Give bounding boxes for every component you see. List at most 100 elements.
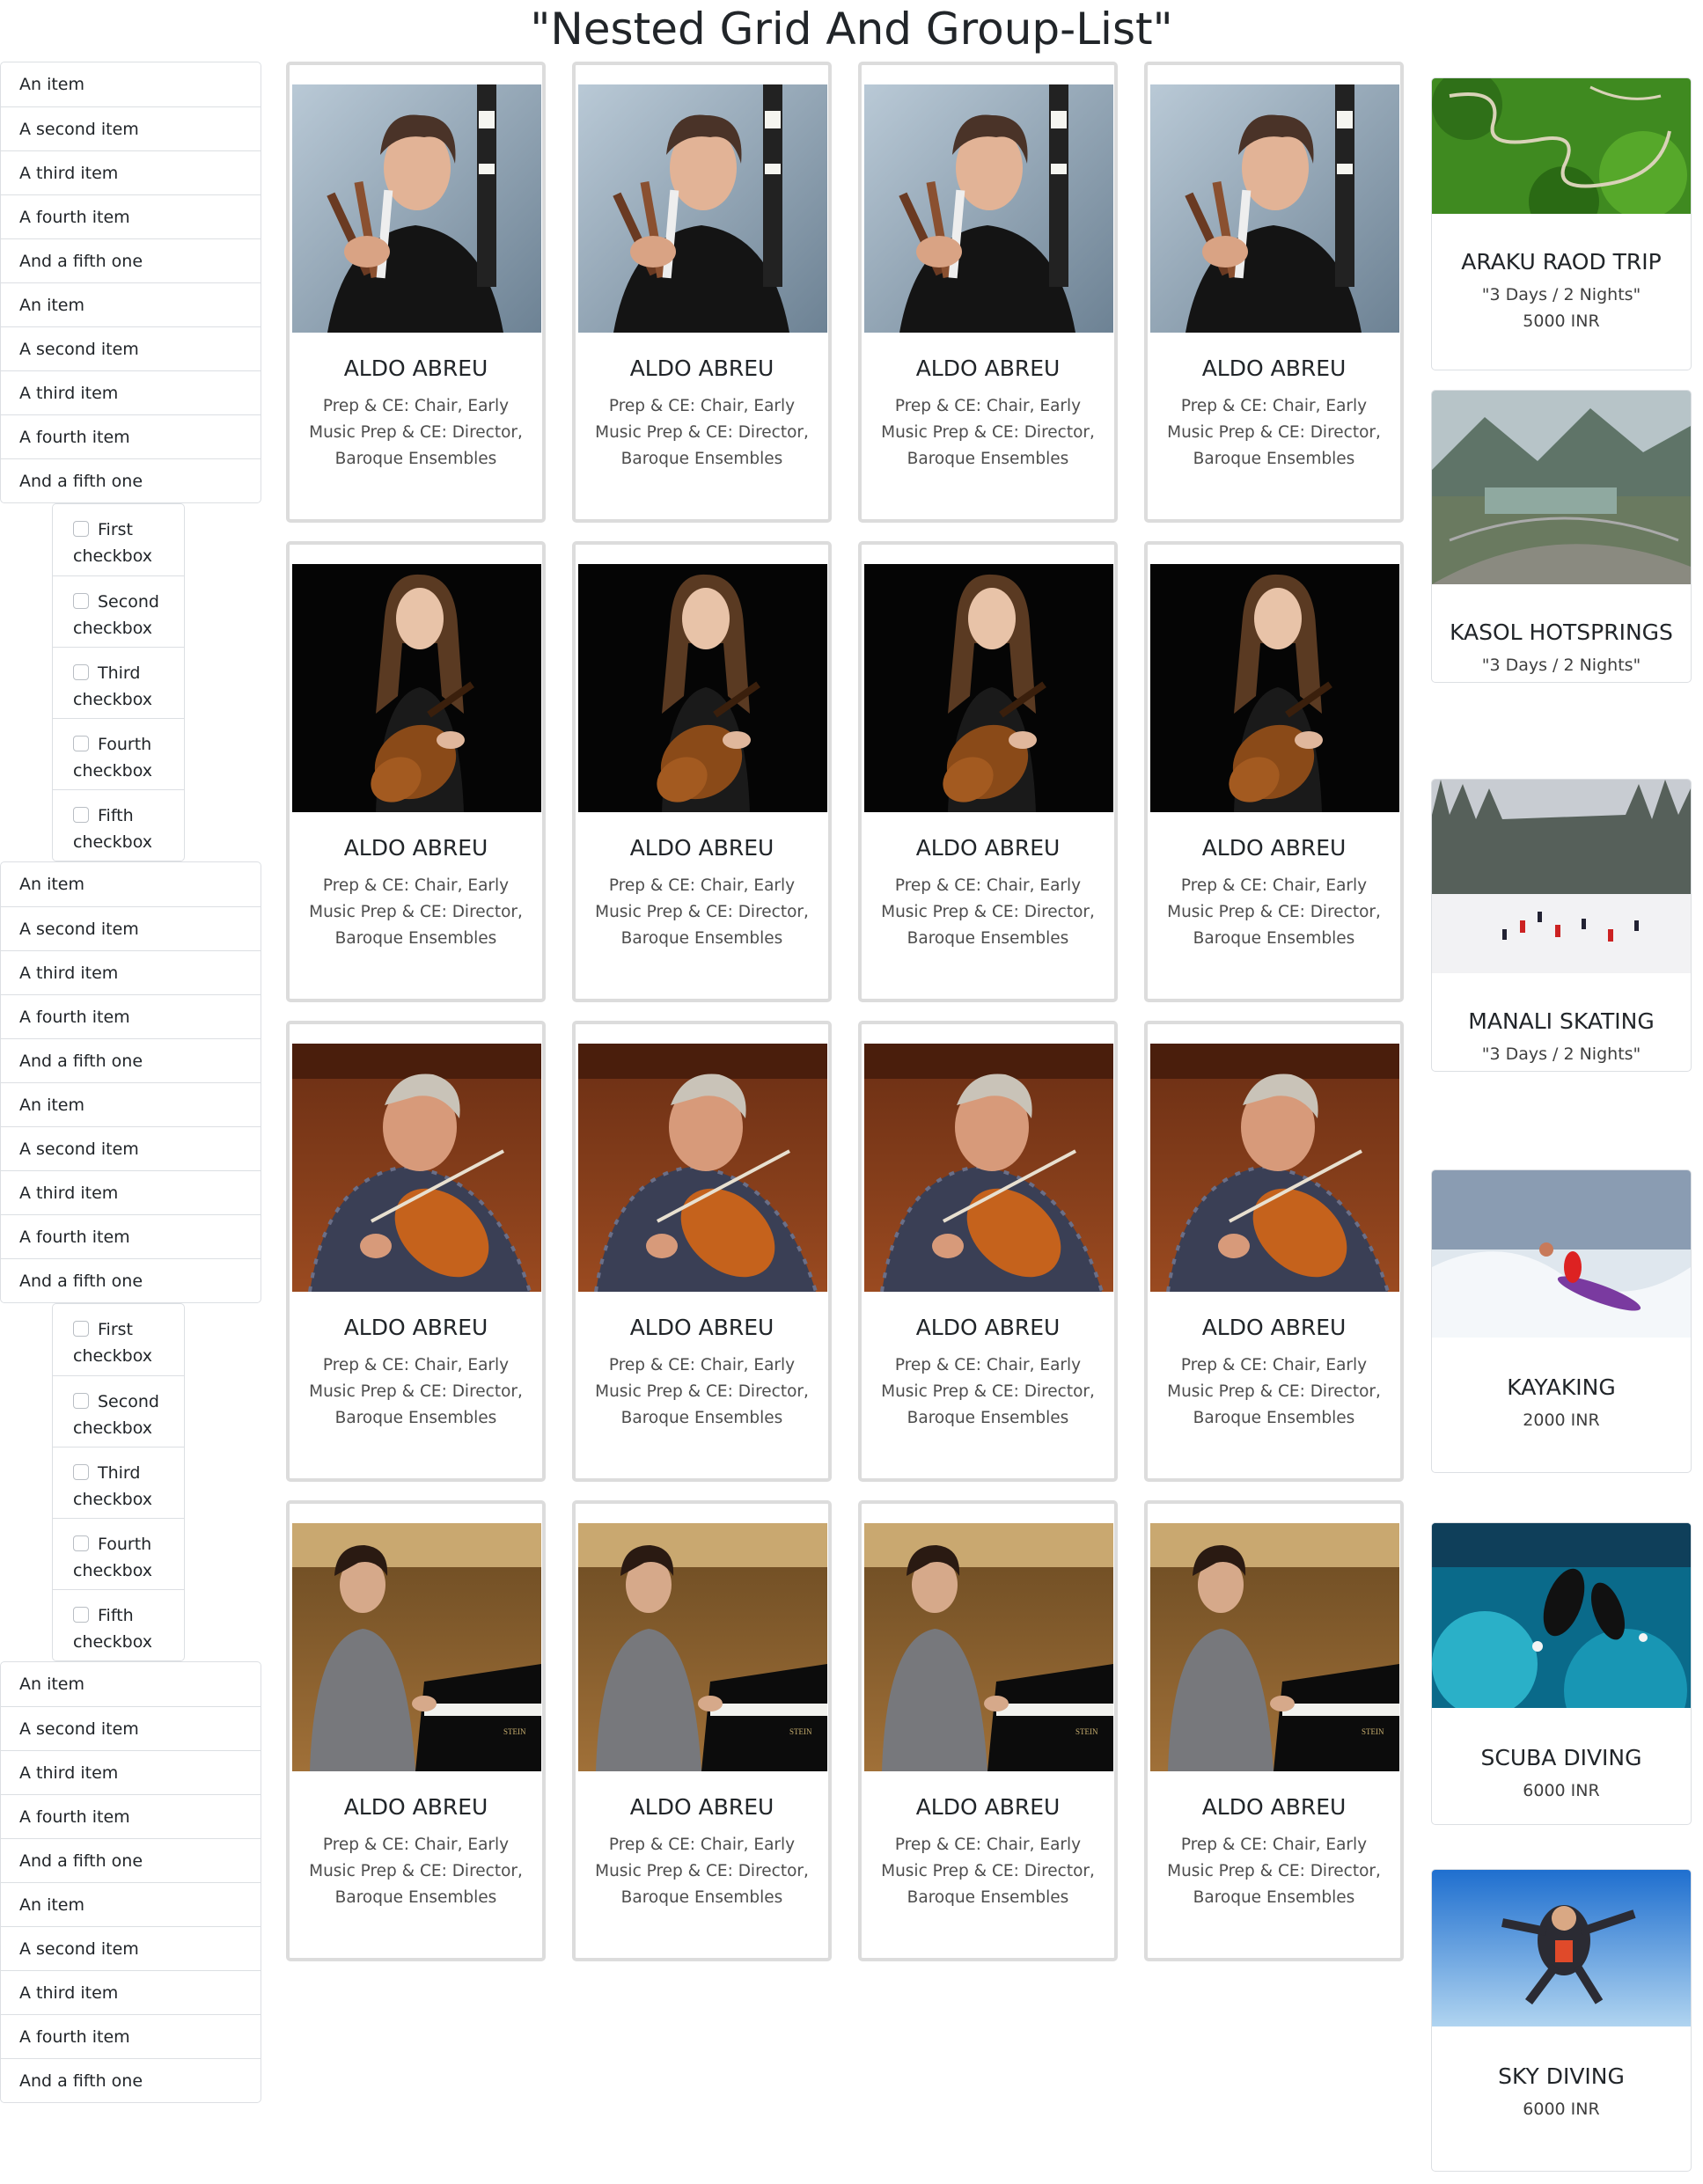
person-card[interactable]: ALDO ABREU Prep & CE: Chair, Early Music … [286,1021,546,1482]
list-item[interactable]: A third item [1,1750,261,1794]
list-item[interactable]: And a fifth one [1,2058,261,2102]
list-item[interactable]: An item [1,282,261,326]
checkbox[interactable] [73,1321,89,1337]
checkbox-label: Fifth [98,1606,134,1625]
checkbox-label: Fourth [98,1535,152,1554]
tour-price: 6000 INR [1523,1781,1600,1800]
tour-card[interactable]: ARAKU RAOD TRIP "3 Days / 2 Nights" 5000 I… [1431,77,1692,370]
checkbox-item[interactable]: Fourth checkbox [53,718,184,789]
person-card[interactable]: STEIN ALDO ABREU Prep & CE: Chair, Early M… [572,1500,832,1961]
checkbox-item[interactable]: Third checkbox [53,647,184,718]
tour-card[interactable]: SKY DIVING 6000 INR [1431,1869,1692,2172]
person-card[interactable]: STEIN ALDO ABREU Prep & CE: Chair, Early M… [286,1500,546,1961]
list-item[interactable]: And a fifth one [1,1838,261,1882]
person-card[interactable]: STEIN ALDO ABREU Prep & CE: Chair, Early M… [858,1500,1118,1961]
checkbox[interactable] [73,521,89,537]
list-item[interactable]: And a fifth one [1,1258,261,1302]
checkbox[interactable] [73,664,89,680]
group-list: An item A second item A third item A fou… [0,62,261,503]
tour-card[interactable]: MANALI SKATING "3 Days / 2 Nights" 8000 IN… [1431,779,1692,1072]
list-item[interactable]: A second item [1,106,261,150]
person-role: Prep & CE: Chair, Early Music Prep & CE:… [881,397,1095,468]
person-card[interactable]: ALDO ABREU Prep & CE: Chair, Early Music … [858,541,1118,1002]
person-card[interactable]: ALDO ABREU Prep & CE: Chair, Early Music … [572,1021,832,1482]
checkbox[interactable] [73,593,89,609]
list-item[interactable]: A second item [1,1706,261,1750]
person-card[interactable]: ALDO ABREU Prep & CE: Chair, Early Music … [572,62,832,523]
checkbox-item[interactable]: Second checkbox [53,1375,184,1447]
person-card[interactable]: ALDO ABREU Prep & CE: Chair, Early Music … [572,541,832,1002]
person-card[interactable]: ALDO ABREU Prep & CE: Chair, Early Music … [1144,1021,1404,1482]
list-item[interactable]: A second item [1,906,261,950]
checkbox[interactable] [73,736,89,751]
person-card[interactable]: STEIN ALDO ABREU Prep & CE: Chair, Early M… [1144,1500,1404,1961]
checkbox[interactable] [73,1464,89,1480]
person-photo: STEIN [578,1523,827,1771]
person-card[interactable]: ALDO ABREU Prep & CE: Chair, Early Music … [1144,541,1404,1002]
list-item[interactable]: A fourth item [1,2014,261,2058]
checkbox[interactable] [73,1393,89,1409]
checkbox-item[interactable]: First checkbox [53,504,184,575]
person-role: Prep & CE: Chair, Early Music Prep & CE:… [595,1836,809,1907]
person-card[interactable]: ALDO ABREU Prep & CE: Chair, Early Music … [858,1021,1118,1482]
list-item[interactable]: A third item [1,950,261,994]
person-name: ALDO ABREU [629,355,774,381]
list-item[interactable]: A fourth item [1,994,261,1038]
person-photo [578,564,827,812]
tour-price: 5000 INR [1523,311,1600,331]
list-item[interactable]: A second item [1,1126,261,1170]
person-name: ALDO ABREU [1201,1315,1347,1340]
tour-duration: "3 Days / 2 Nights" [1481,656,1641,675]
person-name: ALDO ABREU [343,355,488,381]
list-item[interactable]: An item [1,1882,261,1926]
list-item[interactable]: A third item [1,1970,261,2014]
list-item[interactable]: And a fifth one [1,1038,261,1082]
checkbox-item[interactable]: Fifth checkbox [53,789,184,861]
list-item[interactable]: A third item [1,1170,261,1214]
tour-card[interactable]: SCUBA DIVING 6000 INR [1431,1522,1692,1825]
tour-card[interactable]: KAYAKING 2000 INR [1431,1169,1692,1473]
list-item[interactable]: And a fifth one [1,238,261,282]
list-item[interactable]: A fourth item [1,194,261,238]
tour-photo [1432,391,1691,584]
checkbox-label: checkbox [73,690,152,709]
checkbox[interactable] [73,807,89,823]
list-item[interactable]: And a fifth one [1,458,261,502]
list-item[interactable]: A fourth item [1,1214,261,1258]
checkbox-item[interactable]: First checkbox [53,1304,184,1375]
list-item[interactable]: A fourth item [1,1794,261,1838]
tour-card[interactable]: KASOL HOTSPRINGS "3 Days / 2 Nights" 8000 … [1431,390,1692,683]
checkbox-label: Second [98,592,159,612]
tour-photo [1432,780,1691,973]
person-card[interactable]: ALDO ABREU Prep & CE: Chair, Early Music … [286,541,546,1002]
list-item[interactable]: A third item [1,150,261,194]
list-item[interactable]: A fourth item [1,414,261,458]
person-photo [1150,564,1399,812]
checkbox-item[interactable]: Third checkbox [53,1447,184,1518]
list-item[interactable]: A second item [1,1926,261,1970]
list-item[interactable]: An item [1,862,261,906]
person-photo [1150,84,1399,333]
list-item[interactable]: A third item [1,370,261,414]
checkbox-item[interactable]: Second checkbox [53,575,184,647]
list-item[interactable]: An item [1,62,261,106]
person-card[interactable]: ALDO ABREU Prep & CE: Chair, Early Music … [858,62,1118,523]
checkbox[interactable] [73,1535,89,1551]
list-item[interactable]: An item [1,1662,261,1706]
checkbox-item[interactable]: Fifth checkbox [53,1589,184,1660]
card-grid: ALDO ABREU Prep & CE: Chair, Early Music … [286,62,1407,1962]
checkbox[interactable] [73,1607,89,1623]
person-role: Prep & CE: Chair, Early Music Prep & CE:… [595,1356,809,1427]
svg-text:STEIN: STEIN [789,1727,812,1736]
person-card[interactable]: ALDO ABREU Prep & CE: Chair, Early Music … [286,62,546,523]
person-name: ALDO ABREU [343,1794,488,1820]
person-photo [292,84,541,333]
svg-text:STEIN: STEIN [1362,1727,1384,1736]
checkbox-item[interactable]: Fourth checkbox [53,1518,184,1589]
person-card[interactable]: ALDO ABREU Prep & CE: Chair, Early Music … [1144,62,1404,523]
list-item[interactable]: A second item [1,326,261,370]
person-role: Prep & CE: Chair, Early Music Prep & CE:… [1167,397,1381,468]
list-item[interactable]: An item [1,1082,261,1126]
person-photo: STEIN [292,1523,541,1771]
checkbox-label: checkbox [73,619,152,638]
